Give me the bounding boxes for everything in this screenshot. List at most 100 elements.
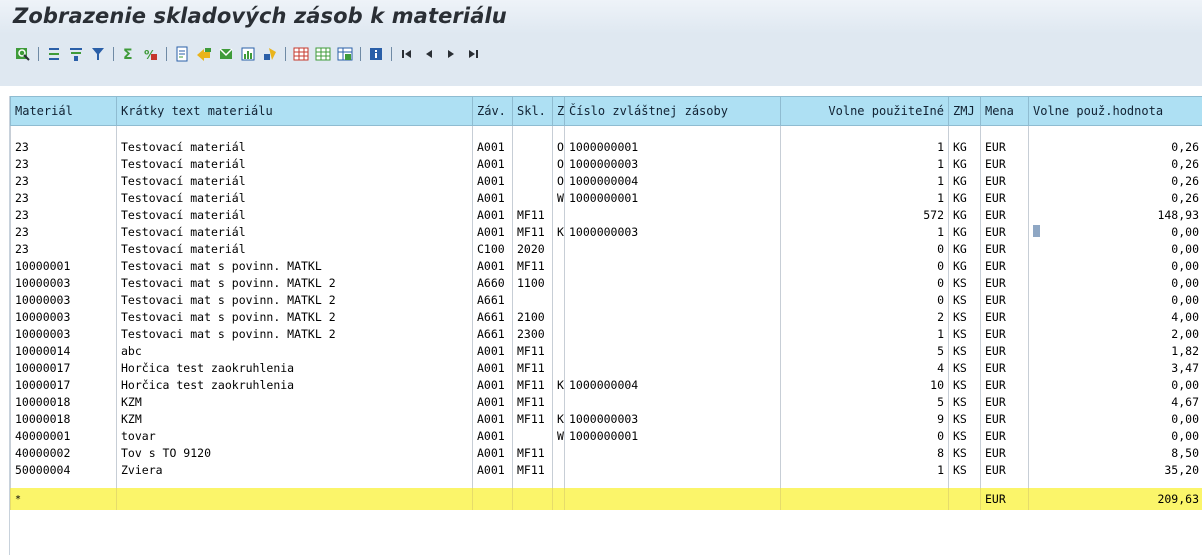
table-cell[interactable]: KZM xyxy=(116,393,473,410)
details-icon[interactable] xyxy=(12,43,34,65)
table-cell[interactable]: W xyxy=(552,189,565,206)
column-header-special-stock[interactable]: Z xyxy=(552,96,565,126)
table-cell[interactable]: O xyxy=(552,172,565,189)
table-cell[interactable]: MF11 xyxy=(512,376,553,393)
table-cell[interactable]: A001 xyxy=(472,138,513,155)
table-cell[interactable]: 10000003 xyxy=(10,291,117,308)
table-cell[interactable]: MF11 xyxy=(512,206,553,223)
table-row[interactable]: 23 Testovací materiál C100 2020 0 KG EUR 0,00 xyxy=(10,240,1202,257)
table-cell[interactable]: Testovací materiál xyxy=(116,155,473,172)
table-cell[interactable]: 1000000001 xyxy=(564,138,781,155)
table-cell[interactable]: 1000000004 xyxy=(564,172,781,189)
table-cell[interactable]: 0,00 xyxy=(1028,274,1202,291)
table-cell[interactable]: A001 xyxy=(472,427,513,444)
table-cell[interactable] xyxy=(564,240,781,257)
table-cell[interactable]: 0,00 xyxy=(1028,240,1202,257)
table-cell[interactable]: abc xyxy=(116,342,473,359)
table-cell[interactable]: EUR xyxy=(980,410,1029,427)
table-cell[interactable] xyxy=(564,359,781,376)
table-cell[interactable]: KS xyxy=(948,427,981,444)
table-row[interactable]: 10000018 KZM A001 MF11 K 1000000003 9 KS EUR 0,00 xyxy=(10,410,1202,427)
table-cell[interactable]: EUR xyxy=(980,155,1029,172)
table-cell[interactable]: 10000003 xyxy=(10,274,117,291)
table-cell[interactable]: 0 xyxy=(780,240,949,257)
table-cell[interactable]: 50000004 xyxy=(10,461,117,478)
table-cell[interactable]: A661 xyxy=(472,291,513,308)
table-row[interactable]: 10000003 Testovaci mat s povinn. MATKL 2 A… xyxy=(10,308,1202,325)
table-cell[interactable]: 0,00 xyxy=(1028,410,1202,427)
table-cell[interactable]: KS xyxy=(948,274,981,291)
table-cell[interactable]: 1100 xyxy=(512,274,553,291)
table-cell[interactable]: 1 xyxy=(780,138,949,155)
table-cell[interactable] xyxy=(552,206,565,223)
table-cell[interactable]: 0,00 xyxy=(1028,376,1202,393)
column-header-special-stock-number[interactable]: Číslo zvláštnej zásoby xyxy=(564,96,781,126)
table-cell[interactable]: 4,00 xyxy=(1028,308,1202,325)
table-cell[interactable]: KS xyxy=(948,325,981,342)
table-cell[interactable]: 1000000001 xyxy=(564,427,781,444)
table-cell[interactable]: 0 xyxy=(780,257,949,274)
table-cell[interactable]: KG xyxy=(948,257,981,274)
table-cell[interactable]: A001 xyxy=(472,444,513,461)
table-cell[interactable]: KS xyxy=(948,410,981,427)
total-row[interactable]: * EUR 209,63 xyxy=(10,488,1202,510)
table-cell[interactable]: 0,00 xyxy=(1028,427,1202,444)
table-cell[interactable]: C100 xyxy=(472,240,513,257)
table-cell[interactable]: Testovaci mat s povinn. MATKL xyxy=(116,257,473,274)
table-cell[interactable]: 1000000004 xyxy=(564,376,781,393)
table-cell[interactable]: 0,00 xyxy=(1028,223,1202,240)
table-cell[interactable]: O xyxy=(552,155,565,172)
sort-ascending-icon[interactable] xyxy=(43,43,65,65)
table-cell[interactable]: 9 xyxy=(780,410,949,427)
table-cell[interactable]: KG xyxy=(948,240,981,257)
table-cell[interactable]: 0 xyxy=(780,427,949,444)
table-cell[interactable]: EUR xyxy=(980,325,1029,342)
table-cell[interactable]: EUR xyxy=(980,206,1029,223)
info-icon[interactable] xyxy=(365,43,387,65)
table-cell[interactable]: Horčica test zaokruhlenia xyxy=(116,359,473,376)
table-row[interactable]: 40000002 Tov s TO 9120 A001 MF11 8 KS EUR 8,50 xyxy=(10,444,1202,461)
table-cell[interactable]: EUR xyxy=(980,240,1029,257)
table-cell[interactable]: A001 xyxy=(472,393,513,410)
table-cell[interactable]: 1000000003 xyxy=(564,223,781,240)
table-cell[interactable]: W xyxy=(552,427,565,444)
table-cell[interactable]: 1000000003 xyxy=(564,155,781,172)
table-cell[interactable] xyxy=(552,240,565,257)
table-cell[interactable]: 1 xyxy=(780,223,949,240)
last-page-icon[interactable] xyxy=(462,43,484,65)
table-cell[interactable]: A001 xyxy=(472,376,513,393)
table-cell[interactable]: 40000001 xyxy=(10,427,117,444)
table-cell[interactable]: 10000018 xyxy=(10,393,117,410)
table-cell[interactable] xyxy=(564,274,781,291)
table-cell[interactable]: MF11 xyxy=(512,223,553,240)
table-row[interactable]: 10000018 KZM A001 MF11 5 KS EUR 4,67 xyxy=(10,393,1202,410)
column-header-short-text[interactable]: Krátky text materiálu xyxy=(116,96,473,126)
table-cell[interactable]: 4 xyxy=(780,359,949,376)
table-cell[interactable]: Testovací materiál xyxy=(116,172,473,189)
table-cell[interactable]: A661 xyxy=(472,308,513,325)
table-cell[interactable] xyxy=(552,291,565,308)
table-cell[interactable]: MF11 xyxy=(512,257,553,274)
table-cell[interactable]: 8 xyxy=(780,444,949,461)
table-cell[interactable]: 1 xyxy=(780,189,949,206)
table-cell[interactable] xyxy=(564,206,781,223)
table-cell[interactable]: 0,00 xyxy=(1028,257,1202,274)
table-cell[interactable]: KG xyxy=(948,206,981,223)
table-cell[interactable] xyxy=(552,359,565,376)
table-row[interactable]: 10000014 abc A001 MF11 5 KS EUR 1,82 xyxy=(10,342,1202,359)
table-cell[interactable]: 1,82 xyxy=(1028,342,1202,359)
table-cell[interactable]: 1 xyxy=(780,172,949,189)
table-cell[interactable]: KG xyxy=(948,172,981,189)
table-cell[interactable] xyxy=(512,427,553,444)
table-cell[interactable]: 0,26 xyxy=(1028,155,1202,172)
column-header-unrestricted-qty[interactable]: Volne použiteIné xyxy=(780,96,949,126)
table-cell[interactable] xyxy=(512,138,553,155)
table-cell[interactable] xyxy=(552,325,565,342)
table-cell[interactable]: 5 xyxy=(780,393,949,410)
table-cell[interactable]: 10000001 xyxy=(10,257,117,274)
table-cell[interactable]: MF11 xyxy=(512,359,553,376)
table-cell[interactable]: 0,00 xyxy=(1028,291,1202,308)
table-cell[interactable]: 2,00 xyxy=(1028,325,1202,342)
table-cell[interactable]: 572 xyxy=(780,206,949,223)
table-cell[interactable]: EUR xyxy=(980,274,1029,291)
